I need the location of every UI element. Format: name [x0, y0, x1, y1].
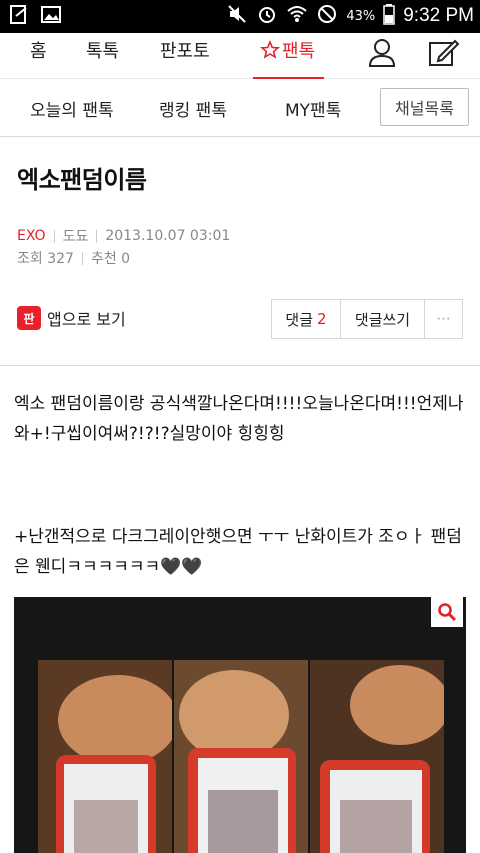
tab-fantalk[interactable]: 팬톡 [260, 37, 315, 63]
battery-percent: 43% [346, 8, 376, 24]
subtab-my-fantalk[interactable]: MY팬톡 [285, 96, 341, 121]
section-divider [0, 365, 480, 366]
notes-icon [8, 4, 30, 30]
post-photo[interactable] [14, 597, 466, 853]
more-options-button[interactable]: ··· [425, 300, 462, 338]
status-bar: 43% 9:32 PM [0, 0, 480, 33]
wifi-icon [286, 3, 308, 29]
comments-label: 댓글 [285, 310, 314, 329]
channel-link[interactable]: EXO [17, 228, 46, 244]
subtab-ranking-fantalk[interactable]: 랭킹 팬톡 [159, 96, 227, 121]
tab-toktok[interactable]: 톡톡 [86, 37, 119, 63]
photo-panel [174, 660, 308, 853]
tab-home[interactable]: 홈 [30, 37, 47, 63]
app-logo-icon: 판 [17, 306, 41, 330]
battery-icon [383, 3, 395, 29]
star-outline-icon [260, 40, 280, 59]
alarm-icon [256, 3, 278, 29]
post-date: 2013.10.07 03:01 [105, 228, 231, 244]
post-action-group: 댓글 2 댓글쓰기 ··· [271, 299, 463, 339]
open-in-app-link[interactable]: 판 앱으로 보기 [17, 306, 126, 330]
sub-nav: 오늘의 팬톡 랭킹 팬톡 MY팬톡 채널목록 [0, 79, 480, 137]
post-stats-line: 조회 327 추천 0 [17, 248, 130, 268]
image-icon [40, 4, 62, 30]
mute-icon [226, 3, 248, 29]
post-paragraph: 엑소 팬덤이름이랑 공식색깔나온다며!!!!오늘나온다며!!!언제나와+!구씹이… [14, 394, 464, 444]
user-icon[interactable] [367, 37, 397, 73]
magnifier-icon [438, 603, 457, 622]
compose-icon[interactable] [427, 37, 460, 73]
channel-list-button[interactable]: 채널목록 [380, 88, 469, 126]
blocked-icon [316, 3, 338, 29]
divider [81, 251, 83, 265]
tab-panphoto[interactable]: 판포토 [160, 37, 210, 63]
post-title: 엑소팬덤이름 [17, 166, 147, 194]
author-name[interactable]: 도됴 [63, 226, 89, 246]
top-nav: 홈 톡톡 판포토 팬톡 [0, 33, 480, 80]
comments-button[interactable]: 댓글 2 [272, 300, 341, 338]
post-paragraph: +난갠적으로 다크그레이안햇으면 ㅜㅜ 난화이트가 조ㅇㅏ 팬덤은 웬디ㅋㅋㅋㅋ… [14, 527, 462, 577]
open-in-app-label: 앱으로 보기 [47, 310, 126, 329]
recommend-count: 추천 0 [90, 251, 131, 267]
view-count: 조회 327 [17, 251, 74, 267]
zoom-button[interactable] [431, 597, 463, 627]
divider [96, 229, 98, 243]
write-comment-button[interactable]: 댓글쓰기 [341, 300, 425, 338]
tab-fantalk-label: 팬톡 [282, 41, 316, 62]
post-meta-line: EXO 도됴 2013.10.07 03:01 [17, 226, 230, 246]
subtab-today-fantalk[interactable]: 오늘의 팬톡 [30, 96, 114, 121]
comments-count: 2 [317, 310, 327, 328]
clock: 9:32 PM [403, 5, 474, 26]
divider [53, 229, 55, 243]
photo-panel [38, 660, 172, 853]
photo-panel [310, 660, 444, 853]
